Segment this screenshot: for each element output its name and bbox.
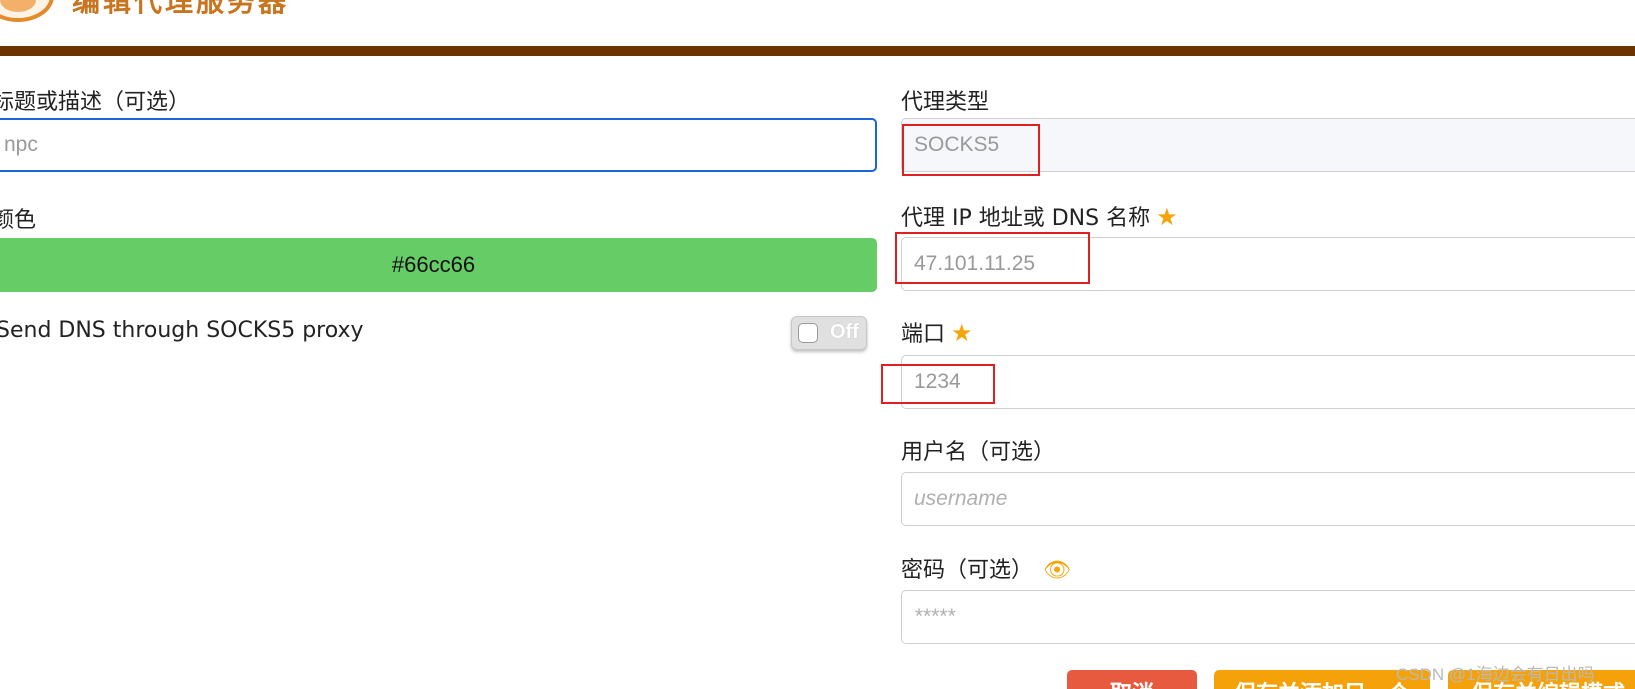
send-dns-label: Send DNS through SOCKS5 proxy: [0, 318, 364, 343]
password-label: 密码（可选） 👁: [901, 552, 1071, 584]
password-placeholder: *****: [914, 605, 955, 628]
title-input[interactable]: npc: [0, 118, 877, 172]
username-placeholder: username: [914, 487, 1008, 510]
toggle-knob: [798, 323, 818, 343]
app-logo: [0, 0, 54, 22]
color-picker[interactable]: #66cc66: [0, 238, 877, 292]
proxy-type-value: SOCKS5: [914, 133, 1000, 156]
star-icon: ★: [951, 319, 973, 347]
title-label: 标题或描述（可选）: [0, 90, 191, 115]
send-dns-toggle[interactable]: Off: [791, 316, 867, 350]
proxy-host-value: 47.101.11.25: [914, 252, 1036, 275]
eye-icon[interactable]: 👁: [1043, 558, 1071, 583]
logo-fox-icon: [0, 0, 36, 12]
password-label-text: 密码（可选）: [901, 558, 1034, 583]
header-divider: [0, 46, 1635, 56]
username-label: 用户名（可选）: [901, 440, 1056, 465]
star-icon: ★: [1156, 203, 1178, 231]
watermark: CSDN @1海边会有日出吗: [1396, 665, 1595, 684]
toggle-state: Off: [830, 321, 859, 343]
proxy-type-label: 代理类型: [901, 90, 990, 115]
proxy-host-input[interactable]: 47.101.11.25: [901, 237, 1635, 291]
port-label-text: 端口: [901, 322, 946, 347]
proxy-host-label: 代理 IP 地址或 DNS 名称 ★: [901, 200, 1178, 232]
port-label: 端口 ★: [901, 316, 973, 348]
color-label: 颜色: [0, 208, 37, 233]
cancel-button[interactable]: 取消: [1067, 670, 1197, 689]
proxy-host-label-text: 代理 IP 地址或 DNS 名称: [901, 206, 1151, 231]
color-value: #66cc66: [391, 252, 476, 277]
title-input-value: npc: [4, 133, 38, 156]
proxy-edit-page: 编辑代理服务器 标题或描述（可选） npc 颜色 #66cc66 Send DN…: [0, 0, 1635, 689]
username-input[interactable]: username: [901, 472, 1635, 526]
page-title: 编辑代理服务器: [72, 0, 290, 18]
proxy-type-select[interactable]: SOCKS5: [901, 118, 1635, 172]
port-input[interactable]: 1234: [901, 355, 1635, 409]
port-value: 1234: [914, 370, 961, 393]
password-input[interactable]: *****: [901, 590, 1635, 644]
